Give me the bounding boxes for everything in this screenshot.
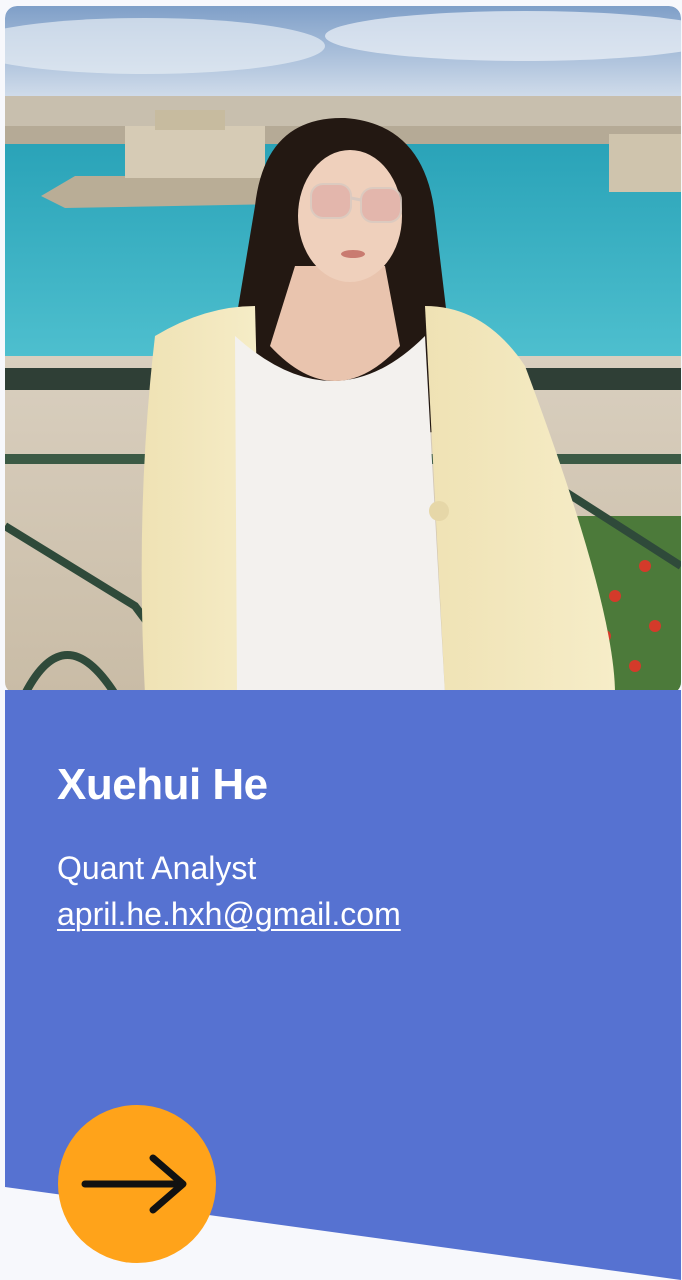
profile-role: Quant Analyst — [57, 850, 257, 886]
profile-photo — [5, 6, 681, 694]
profile-email-link[interactable]: april.he.hxh@gmail.com — [57, 896, 401, 933]
profile-info-panel: Xuehui He Quant Analyst april.he.hxh@gma… — [5, 690, 681, 1280]
profile-card: Xuehui He Quant Analyst april.he.hxh@gma… — [5, 6, 681, 1280]
profile-name: Xuehui He — [57, 760, 268, 809]
next-button[interactable] — [58, 1105, 216, 1263]
arrow-right-icon — [81, 1154, 187, 1214]
